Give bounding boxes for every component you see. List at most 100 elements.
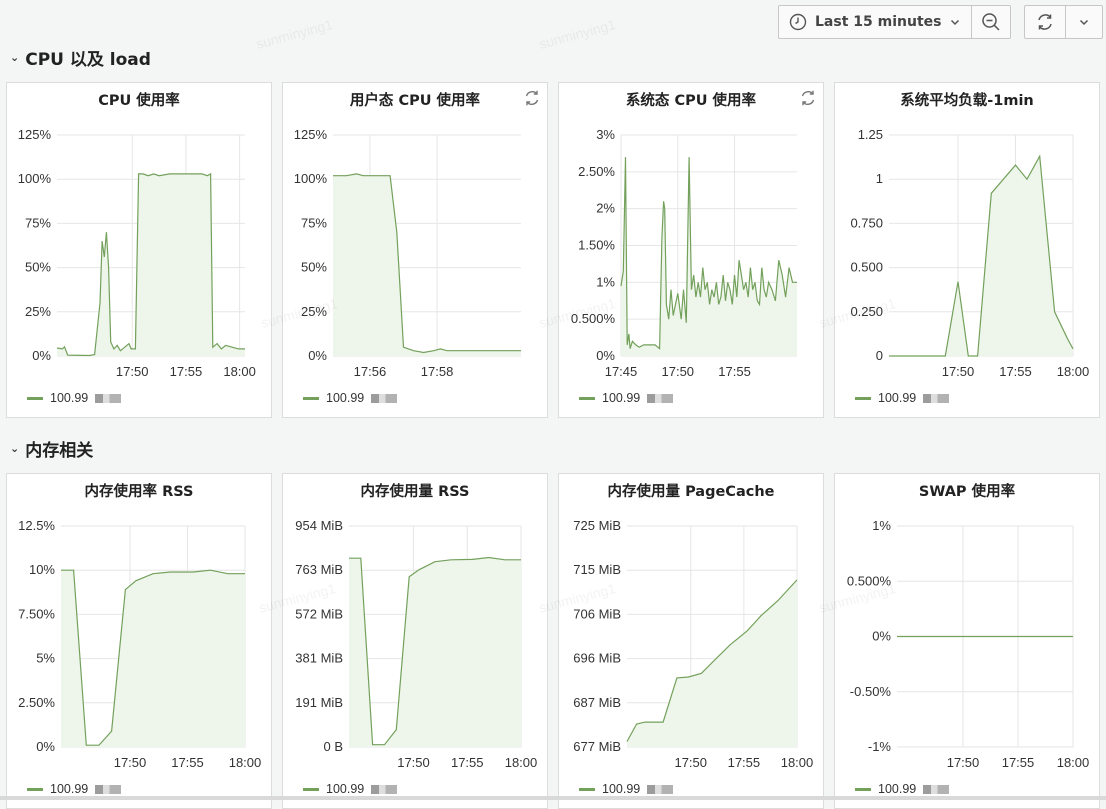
series-area [57, 173, 245, 356]
chart-area: 677 MiB 687 MiB 696 MiB 706 MiB 715 MiB 725 M… [573, 518, 813, 770]
redacted-label [371, 784, 398, 794]
zoom-out-icon [982, 13, 1000, 31]
chart-area: 0% 25% 50% 75% 100% 125% 17:50 17:55 18:00 [18, 127, 256, 379]
y-tick-label: 100% [294, 171, 328, 186]
chevron-down-icon: ⌄ [10, 442, 20, 455]
legend-swatch [855, 787, 871, 791]
panel-system-cpu[interactable]: 系统态 CPU 使用率 0% 0.500% 1% 1.50% 2% 2.50% 3% 17:4… [558, 82, 824, 418]
x-tick-label: 17:55 [170, 364, 203, 379]
y-tick-label: 0% [308, 348, 327, 363]
redacted-label [95, 393, 122, 403]
legend-label: 100.99 [326, 391, 365, 405]
y-tick-label: 0.500% [847, 573, 892, 588]
y-tick-label: 1% [596, 274, 615, 289]
redacted-label [647, 393, 674, 403]
x-tick-label: 17:50 [662, 364, 695, 379]
chart-area: 0 B 191 MiB 381 MiB 572 MiB 763 MiB 954 MiB 17… [295, 518, 538, 770]
y-tick-label: 0% [596, 348, 615, 363]
y-tick-label: 191 MiB [295, 695, 343, 710]
y-tick-label: 0.750 [850, 215, 883, 230]
y-tick-label: 0 [876, 348, 883, 363]
redacted-label [923, 784, 950, 794]
legend-swatch [855, 396, 871, 400]
x-tick-label: 18:00 [223, 364, 256, 379]
panel-load-avg[interactable]: 系统平均负载-1min 0 0.250 0.500 0.750 1 1.25 17:50 17… [834, 82, 1100, 418]
legend[interactable]: 100.99 [855, 782, 950, 796]
legend[interactable]: 100.99 [27, 782, 122, 796]
time-range-label: Last 15 minutes [815, 14, 942, 30]
panel-mem-rss-bytes[interactable]: 内存使用量 RSS 0 B 191 MiB 381 MiB 572 MiB 763 Mi… [282, 473, 548, 809]
y-tick-label: 1% [872, 518, 891, 533]
chevron-down-icon [950, 19, 960, 26]
chart-area: 0% 0.500% 1% 1.50% 2% 2.50% 3% 17:45 17:50 17:55 [571, 127, 797, 379]
y-tick-label: 954 MiB [295, 518, 343, 533]
y-tick-label: 7.50% [18, 606, 55, 621]
horizontal-scrollbar[interactable] [0, 796, 1106, 800]
chart-area: 0 0.250 0.500 0.750 1 1.25 17:50 17:55 18:00 [850, 127, 1090, 379]
series-area [621, 157, 797, 356]
y-tick-label: 100% [18, 171, 52, 186]
panel-mem-rss-pct[interactable]: 内存使用率 RSS 0% 2.50% 5% 7.50% 10% 12.5% 17:50 17:… [6, 473, 272, 809]
series-area [889, 156, 1073, 356]
legend[interactable]: 100.99 [855, 391, 950, 405]
zoom-out-button[interactable] [971, 5, 1011, 39]
legend-label: 100.99 [602, 391, 641, 405]
y-tick-label: 2% [596, 201, 615, 216]
legend-swatch [27, 396, 43, 400]
chart-area: -1% -0.50% 0% 0.500% 1% 17:50 17:55 18:00 [847, 518, 1089, 770]
refresh-button[interactable] [1024, 5, 1066, 39]
y-tick-label: 0.500 [850, 260, 883, 275]
row-header-memory[interactable]: ⌄ 内存相关 [10, 436, 93, 461]
x-tick-label: 17:50 [947, 755, 980, 770]
chart-area: 0% 25% 50% 75% 100% 125% 17:56 17:58 [294, 127, 521, 379]
row-header-cpu[interactable]: ⌄ CPU 以及 load [10, 45, 151, 70]
panel-swap[interactable]: SWAP 使用率 -1% -0.50% 0% 0.500% 1% 17:50 17:55 18… [834, 473, 1100, 809]
panel-mem-pagecache[interactable]: 内存使用量 PageCache 677 MiB 687 MiB 696 MiB 706… [558, 473, 824, 809]
x-tick-label: 17:50 [674, 755, 707, 770]
legend[interactable]: 100.99 [303, 782, 398, 796]
redacted-label [95, 784, 122, 794]
y-tick-label: 75% [25, 215, 51, 230]
x-tick-label: 17:50 [116, 364, 149, 379]
y-tick-label: 0 B [323, 739, 343, 754]
y-tick-label: 696 MiB [573, 651, 621, 666]
x-tick-label: 18:00 [505, 755, 538, 770]
y-tick-label: 50% [25, 260, 51, 275]
x-tick-label: 17:45 [605, 364, 638, 379]
chevron-down-icon [1079, 19, 1089, 26]
y-tick-label: 2.50% [18, 695, 55, 710]
y-tick-label: 50% [301, 260, 327, 275]
legend-label: 100.99 [50, 391, 89, 405]
y-tick-label: 0% [36, 739, 55, 754]
time-range-picker[interactable]: Last 15 minutes [778, 5, 972, 39]
y-tick-label: 0% [32, 348, 51, 363]
x-tick-label: 17:55 [171, 755, 204, 770]
panel-user-cpu[interactable]: 用户态 CPU 使用率 0% 25% 50% 75% 100% 125% 17:56 17:5… [282, 82, 548, 418]
redacted-label [647, 784, 674, 794]
legend[interactable]: 100.99 [579, 391, 674, 405]
legend[interactable]: 100.99 [27, 391, 122, 405]
y-tick-label: 763 MiB [295, 562, 343, 577]
y-tick-label: 715 MiB [573, 562, 621, 577]
series-area [349, 557, 521, 747]
legend-swatch [579, 787, 595, 791]
y-tick-label: 2.50% [578, 164, 615, 179]
panel-cpu-usage[interactable]: CPU 使用率 0% 25% 50% 75% 100% 125% 17:50 17:55 18:… [6, 82, 272, 418]
x-tick-label: 17:50 [114, 755, 147, 770]
x-tick-label: 17:56 [354, 364, 387, 379]
x-tick-label: 17:55 [728, 755, 761, 770]
y-tick-label: 25% [25, 304, 51, 319]
legend-label: 100.99 [50, 782, 89, 796]
watermark: sunminying1 [537, 16, 618, 52]
y-tick-label: 1 [876, 171, 883, 186]
x-tick-label: 17:55 [451, 755, 484, 770]
x-tick-label: 18:00 [1057, 364, 1090, 379]
y-tick-label: 125% [294, 127, 328, 142]
redacted-label [923, 393, 950, 403]
y-tick-label: 706 MiB [573, 606, 621, 621]
legend[interactable]: 100.99 [579, 782, 674, 796]
legend[interactable]: 100.99 [303, 391, 398, 405]
y-tick-label: 75% [301, 215, 327, 230]
refresh-interval-dropdown[interactable] [1065, 5, 1103, 39]
y-tick-label: 572 MiB [295, 606, 343, 621]
